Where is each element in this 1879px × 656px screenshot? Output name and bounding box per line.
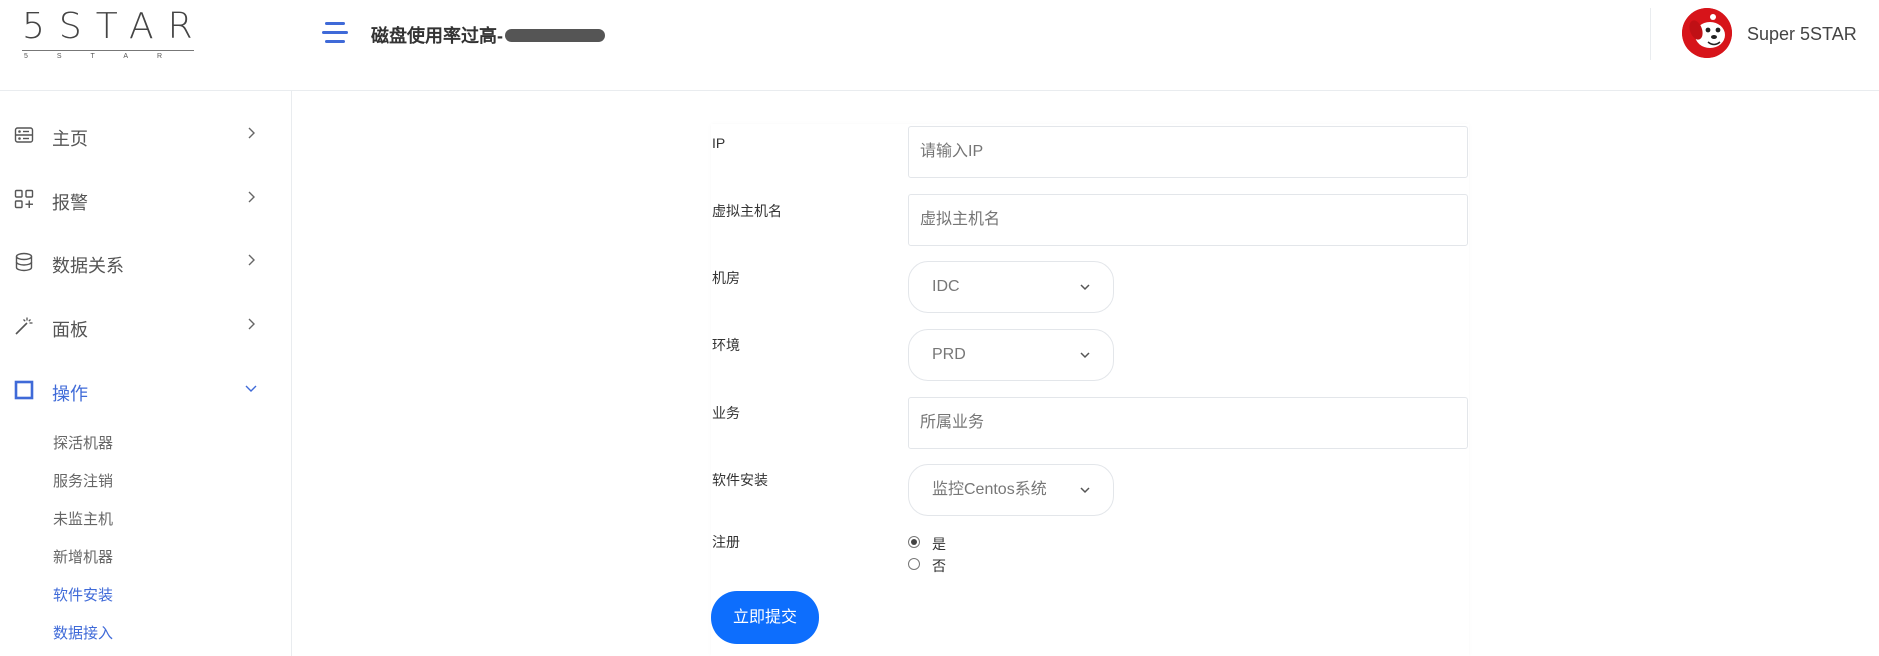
submenu-item-service-deregister[interactable]: 服务注销 bbox=[53, 470, 113, 491]
radio-button bbox=[908, 536, 920, 548]
business-label: 业务 bbox=[712, 405, 740, 421]
room-select-value: IDC bbox=[932, 278, 960, 295]
ip-input[interactable] bbox=[908, 126, 1468, 178]
apps-icon bbox=[14, 189, 34, 209]
submit-button[interactable]: 立即提交 bbox=[711, 591, 819, 644]
submenu-item-software-install[interactable]: 软件安装 bbox=[53, 584, 113, 605]
top-header: 5STAR 5STAR 磁盘使用率过高- Super 5STAR bbox=[0, 0, 1879, 91]
room-label: 机房 bbox=[712, 270, 740, 286]
chevron-down-icon bbox=[1080, 352, 1090, 359]
sidebar-item-label: 主页 bbox=[52, 129, 88, 149]
software-select-value: 监控Centos系统 bbox=[932, 481, 1047, 498]
chevron-down-icon bbox=[1080, 284, 1090, 291]
logo-divider bbox=[22, 50, 194, 51]
page-title: 磁盘使用率过高- bbox=[371, 22, 605, 48]
menu-toggle-icon[interactable] bbox=[322, 22, 348, 44]
header-divider bbox=[1650, 8, 1651, 60]
sidebar-item-label: 报警 bbox=[52, 193, 88, 213]
avatar[interactable] bbox=[1682, 8, 1732, 58]
sidebar-item-label: 数据关系 bbox=[52, 256, 124, 276]
submenu-item-add-machine[interactable]: 新增机器 bbox=[53, 546, 113, 567]
user-name[interactable]: Super 5STAR bbox=[1747, 24, 1857, 45]
database-icon bbox=[15, 252, 33, 272]
env-select-value: PRD bbox=[932, 346, 966, 363]
logo-text: 5STAR bbox=[22, 6, 207, 47]
sidebar: 主页 报警 数据关系 面板 操作 探活机器 服务注销 未监主机 新增机器 软件安… bbox=[0, 91, 292, 656]
hostname-input[interactable] bbox=[908, 194, 1468, 246]
redacted-block bbox=[505, 29, 605, 43]
env-label: 环境 bbox=[712, 337, 740, 353]
chevron-down-icon bbox=[1080, 487, 1090, 494]
radio-selected-dot bbox=[911, 539, 917, 545]
submenu-item-data-ingest[interactable]: 数据接入 bbox=[53, 622, 113, 643]
sidebar-item-home[interactable]: 主页 bbox=[0, 115, 292, 155]
hostname-label: 虚拟主机名 bbox=[712, 203, 782, 219]
software-select[interactable]: 监控Centos系统 bbox=[908, 464, 1114, 516]
sidebar-item-label: 操作 bbox=[52, 384, 88, 404]
radio-label: 否 bbox=[932, 558, 946, 574]
room-select[interactable]: IDC bbox=[908, 261, 1114, 313]
business-input[interactable] bbox=[908, 397, 1468, 449]
sidebar-item-alarm[interactable]: 报警 bbox=[0, 179, 292, 219]
dog-mascot-icon bbox=[1682, 8, 1732, 58]
chevron-down-icon bbox=[245, 385, 257, 392]
ip-label: IP bbox=[712, 135, 726, 151]
dashboard-icon bbox=[14, 127, 34, 143]
page-title-text: 磁盘使用率过高- bbox=[371, 26, 503, 46]
logo-subtext: 5STAR bbox=[24, 53, 192, 60]
radio-button bbox=[908, 558, 920, 570]
sidebar-item-panel[interactable]: 面板 bbox=[0, 306, 292, 346]
chevron-right-icon bbox=[248, 318, 255, 330]
sidebar-item-label: 面板 bbox=[52, 320, 88, 340]
chevron-right-icon bbox=[248, 127, 255, 139]
magic-wand-icon bbox=[15, 317, 33, 335]
chevron-right-icon bbox=[248, 191, 255, 203]
radio-label: 是 bbox=[932, 536, 946, 552]
logo: 5STAR 5STAR bbox=[22, 6, 197, 60]
square-icon bbox=[14, 380, 34, 400]
sidebar-item-operations[interactable]: 操作 bbox=[0, 370, 292, 410]
sidebar-item-data-relations[interactable]: 数据关系 bbox=[0, 242, 292, 282]
submenu-item-unmonitored-hosts[interactable]: 未监主机 bbox=[53, 508, 113, 529]
submenu-item-probe-machines[interactable]: 探活机器 bbox=[53, 432, 113, 453]
register-label: 注册 bbox=[712, 534, 740, 550]
software-label: 软件安装 bbox=[712, 472, 768, 488]
env-select[interactable]: PRD bbox=[908, 329, 1114, 381]
chevron-right-icon bbox=[248, 254, 255, 266]
